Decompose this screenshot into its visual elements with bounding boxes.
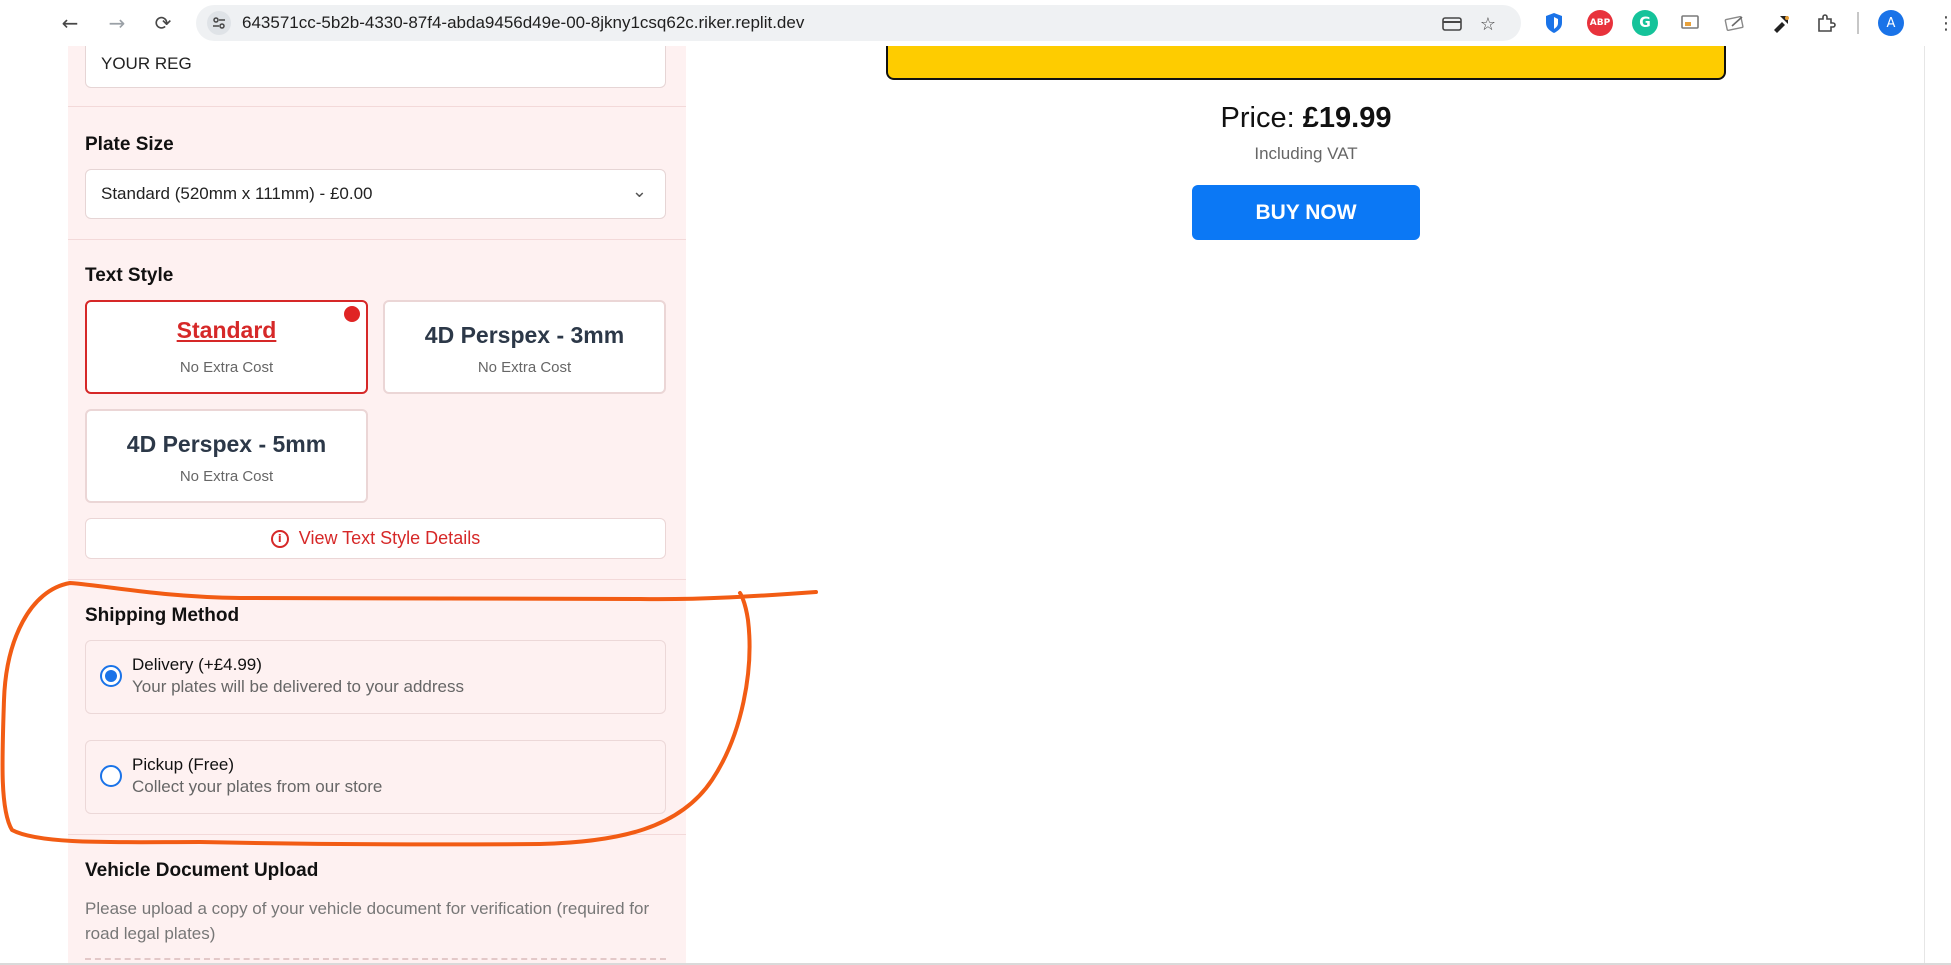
scrollbar[interactable]: [1924, 46, 1951, 965]
shipping-option-desc: Collect your plates from our store: [132, 777, 383, 796]
text-style-name: 4D Perspex - 5mm: [126, 431, 327, 457]
toolbar-divider: [1857, 12, 1859, 34]
address-bar[interactable]: 643571cc-5b2b-4330-87f4-abda9456d49e-00-…: [196, 5, 1521, 41]
text-style-option-standard[interactable]: Standard No Extra Cost: [85, 300, 368, 394]
app-frame: ← → ⟳ 643571cc-5b2b-4330-87f4-abda9456d4…: [0, 0, 1951, 965]
cast-extension-icon[interactable]: [1677, 10, 1703, 36]
delivery-radio[interactable]: [100, 665, 122, 687]
details-label: View Text Style Details: [298, 528, 481, 548]
shipping-method-label: Shipping Method: [85, 605, 240, 626]
grammarly-extension-icon[interactable]: G: [1632, 10, 1658, 36]
vat-note: Including VAT: [1254, 144, 1358, 163]
text-style-option-perspex-3mm[interactable]: 4D Perspex - 3mm No Extra Cost: [383, 300, 666, 394]
chevron-down-icon: ⌄: [631, 181, 647, 202]
price-label: Price:: [1220, 102, 1295, 134]
text-style-cost: No Extra Cost: [179, 468, 274, 485]
text-style-name: Standard: [176, 317, 277, 343]
plate-size-value: Standard (520mm x 111mm) - £0.00: [101, 184, 373, 203]
bookmark-star-icon[interactable]: ☆: [1477, 13, 1499, 35]
text-style-option-perspex-5mm[interactable]: 4D Perspex - 5mm No Extra Cost: [85, 409, 368, 503]
text-style-label: Text Style: [85, 265, 174, 286]
vehicle-document-upload-desc: Please upload a copy of your vehicle doc…: [85, 899, 650, 943]
shipping-option-title: Pickup (Free): [132, 755, 235, 774]
registration-input[interactable]: YOUR REG: [85, 46, 666, 88]
plate-preview: [886, 46, 1726, 80]
reload-icon[interactable]: ⟳: [149, 9, 177, 37]
browser-toolbar: ← → ⟳ 643571cc-5b2b-4330-87f4-abda9456d4…: [0, 0, 1951, 46]
text-style-cost: No Extra Cost: [179, 359, 274, 376]
adblock-extension-icon[interactable]: ABP: [1587, 10, 1613, 36]
shipping-option-desc: Your plates will be delivered to your ad…: [132, 677, 465, 696]
info-icon: i: [270, 529, 289, 548]
adblock-label: ABP: [1589, 18, 1611, 28]
text-style-cost: No Extra Cost: [477, 359, 572, 376]
url-text[interactable]: 643571cc-5b2b-4330-87f4-abda9456d49e-00-…: [242, 13, 804, 33]
section-divider: [68, 579, 686, 580]
site-info-icon[interactable]: [207, 11, 231, 35]
price-value: £19.99: [1302, 102, 1392, 134]
puzzle-extensions-icon[interactable]: [1813, 10, 1839, 36]
menu-icon[interactable]: ⋮: [1932, 9, 1951, 37]
vehicle-document-upload-label: Vehicle Document Upload: [85, 860, 319, 881]
plate-size-label: Plate Size: [85, 134, 174, 155]
edit-extension-icon[interactable]: [1722, 10, 1748, 36]
profile-avatar[interactable]: A: [1878, 10, 1904, 36]
back-icon[interactable]: ←: [56, 9, 84, 37]
pickup-radio[interactable]: [100, 765, 122, 787]
section-divider: [68, 239, 686, 240]
text-style-name: 4D Perspex - 3mm: [424, 322, 625, 348]
forward-icon[interactable]: →: [103, 9, 131, 37]
card-icon[interactable]: [1441, 13, 1463, 35]
price-display: Price: £19.99: [886, 102, 1726, 135]
view-text-style-details-button[interactable]: i View Text Style Details: [85, 518, 666, 559]
shipping-option-delivery[interactable]: Delivery (+£4.99) Your plates will be de…: [85, 640, 666, 714]
left-gutter: [0, 46, 68, 965]
buy-now-button[interactable]: BUY NOW: [1192, 185, 1420, 240]
grammarly-label: G: [1639, 15, 1651, 31]
shield-extension-icon[interactable]: [1541, 10, 1567, 36]
section-divider: [68, 106, 686, 107]
profile-initial: A: [1886, 15, 1896, 31]
section-divider: [68, 834, 686, 835]
shipping-option-title: Delivery (+£4.99): [132, 655, 262, 674]
shipping-option-pickup[interactable]: Pickup (Free) Collect your plates from o…: [85, 740, 666, 814]
tool-extension-icon[interactable]: [1768, 10, 1794, 36]
plate-size-select[interactable]: Standard (520mm x 111mm) - £0.00 ⌄: [85, 169, 666, 219]
